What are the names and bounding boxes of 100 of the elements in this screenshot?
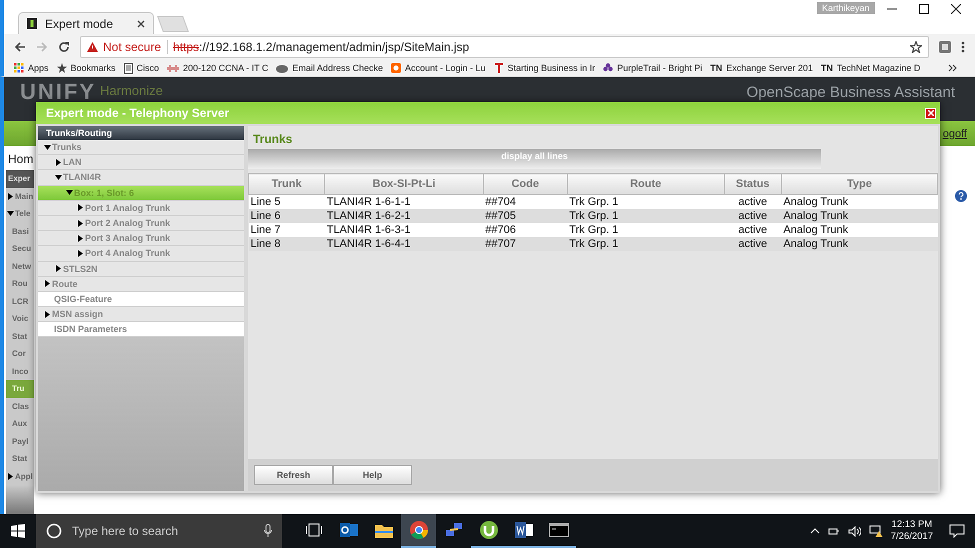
menu-item[interactable]: Stat	[6, 328, 34, 345]
menu-item[interactable]: Secu	[6, 240, 34, 258]
menu-item[interactable]: Basi	[6, 222, 34, 240]
footer-button[interactable]: Refresh	[254, 465, 333, 485]
apps-grid-icon	[14, 63, 24, 73]
menu-item[interactable]: Payl	[6, 432, 34, 450]
menu-item[interactable]: Appl	[6, 468, 34, 485]
menu-icon[interactable]	[961, 41, 965, 53]
tree-item[interactable]: TLANI4R	[38, 170, 244, 186]
bookmark-link[interactable]: Starting Business in Ir	[494, 63, 596, 73]
expanded-arrow-icon[interactable]	[44, 144, 51, 151]
extension-icon[interactable]	[939, 41, 951, 53]
table-cell: Line 8	[248, 237, 325, 251]
collapsed-arrow-icon[interactable]	[44, 310, 51, 318]
t-logo-icon	[494, 63, 504, 73]
tree-item[interactable]: Route	[38, 276, 244, 292]
table-cell: Analog Trunk	[781, 223, 938, 237]
notification-icon[interactable]	[949, 524, 965, 538]
menu-item[interactable]: Clas	[6, 398, 34, 415]
warning-icon	[87, 42, 98, 52]
table-cell: TLANI4R 1-6-1-1	[324, 194, 484, 209]
menu-item[interactable]: Cor	[6, 345, 34, 362]
speaker-icon[interactable]	[848, 526, 861, 536]
tree-item[interactable]: Port 2 Analog Trunk	[38, 216, 244, 232]
tree-item[interactable]: Port 1 Analog Trunk	[38, 200, 244, 216]
table-cell: active	[724, 237, 782, 251]
close-icon[interactable]	[951, 4, 961, 14]
search-box[interactable]: Type here to search	[36, 514, 282, 548]
tree-item[interactable]: STLS2N	[38, 262, 244, 277]
menu-item[interactable]: Aux	[6, 415, 34, 432]
help-icon[interactable]	[955, 190, 967, 202]
table-cell: TLANI4R 1-6-4-1	[324, 237, 484, 251]
microphone-icon[interactable]	[264, 524, 272, 538]
star-icon[interactable]	[910, 41, 922, 53]
bookmark-link[interactable]: TN Exchange Server 201	[710, 63, 813, 73]
power-plug-icon[interactable]	[828, 526, 840, 536]
tree-item[interactable]: Box: 1, Slot: 6	[38, 186, 244, 201]
clock[interactable]: 12:13 PM 7/26/2017	[890, 519, 933, 543]
chevron-icon[interactable]	[948, 64, 957, 72]
collapsed-arrow-icon[interactable]	[7, 472, 14, 480]
collapsed-arrow-icon[interactable]	[77, 204, 84, 212]
collapsed-arrow-icon[interactable]	[7, 192, 14, 200]
close-button[interactable]	[925, 108, 936, 118]
table-cell: Line 6	[248, 209, 325, 223]
table-cell: Trk Grp. 1	[567, 237, 724, 251]
reload-icon[interactable]	[58, 41, 70, 53]
menu-item[interactable]: Netw	[6, 258, 34, 275]
chevron-up-icon[interactable]	[810, 528, 820, 534]
security-label[interactable]: Not secure	[103, 40, 168, 54]
table-cell: ##704	[483, 194, 568, 209]
address-bar[interactable]: Not secure https://192.168.1.2/management/admin/jsp/SiteMain.jsp	[80, 36, 929, 58]
terminal-icon	[548, 523, 568, 537]
tree-item[interactable]: QSIG-Feature	[38, 292, 244, 308]
bookmark-link[interactable]: PurpleTrail - Bright Pi	[603, 63, 702, 73]
menu-item[interactable]: LCR	[6, 292, 34, 310]
tree-item[interactable]: ISDN Parameters	[38, 322, 244, 338]
tree-item[interactable]: MSN assign	[38, 307, 244, 322]
logoff-link[interactable]: ogoff	[942, 128, 967, 140]
menu-item[interactable]: Voic	[6, 310, 34, 328]
profile-name[interactable]: Karthikeyan	[817, 2, 875, 14]
footer-button[interactable]: Help	[333, 465, 412, 485]
network-computers-icon	[444, 521, 462, 539]
menu-item[interactable]: Rou	[6, 275, 34, 292]
bookmark-link[interactable]: Cisco	[124, 62, 160, 74]
menu-item[interactable]: Tru	[6, 380, 34, 398]
column-header: Type	[781, 174, 938, 194]
word-app-icon	[514, 522, 532, 538]
bookmark-link[interactable]: Apps	[14, 63, 49, 73]
network-warning-icon[interactable]	[868, 525, 883, 537]
tree-title: Trunks/Routing	[38, 126, 244, 140]
back-arrow-icon[interactable]	[14, 41, 26, 53]
badge-icon	[390, 63, 401, 73]
home-title: Hom	[6, 146, 34, 170]
collapsed-arrow-icon[interactable]	[55, 158, 62, 166]
bookmark-link[interactable]: Bookmarks	[56, 63, 116, 73]
star-icon	[56, 63, 67, 73]
expanded-arrow-icon[interactable]	[55, 174, 62, 181]
maximize-icon[interactable]	[919, 4, 929, 14]
menu-item[interactable]: Main	[6, 188, 34, 205]
bookmark-link[interactable]: Account - Login - Lu	[390, 63, 486, 73]
tree-item[interactable]: Port 4 Analog Trunk	[38, 246, 244, 262]
bookmark-link[interactable]: TN TechNet Magazine D	[820, 63, 920, 73]
search-input[interactable]: Type here to search	[70, 523, 256, 539]
bookmark-link[interactable]: Email Address Checke	[276, 63, 383, 73]
bookmark-link[interactable]: 200-120 CCNA - IT C	[167, 63, 268, 73]
dialog-title: Expert mode - Telephony Server	[46, 106, 230, 120]
table-cell: Trk Grp. 1	[567, 209, 724, 223]
menu-item[interactable]: Stat	[6, 450, 34, 468]
close-icon[interactable]	[137, 20, 145, 28]
table-cell: ##706	[483, 223, 568, 237]
menu-item[interactable]: Tele	[6, 205, 34, 222]
expanded-arrow-icon[interactable]	[7, 210, 14, 218]
browser-tab[interactable]: Expert mode	[18, 12, 154, 34]
menu-item[interactable]: Inco	[6, 362, 34, 380]
table-cell: Line 5	[248, 194, 325, 209]
expanded-arrow-icon[interactable]	[66, 189, 73, 196]
tree-item[interactable]: Trunks	[38, 140, 244, 156]
table-cell: active	[724, 194, 782, 209]
tree-item[interactable]: LAN	[38, 155, 244, 170]
tree-item[interactable]: Port 3 Analog Trunk	[38, 231, 244, 246]
